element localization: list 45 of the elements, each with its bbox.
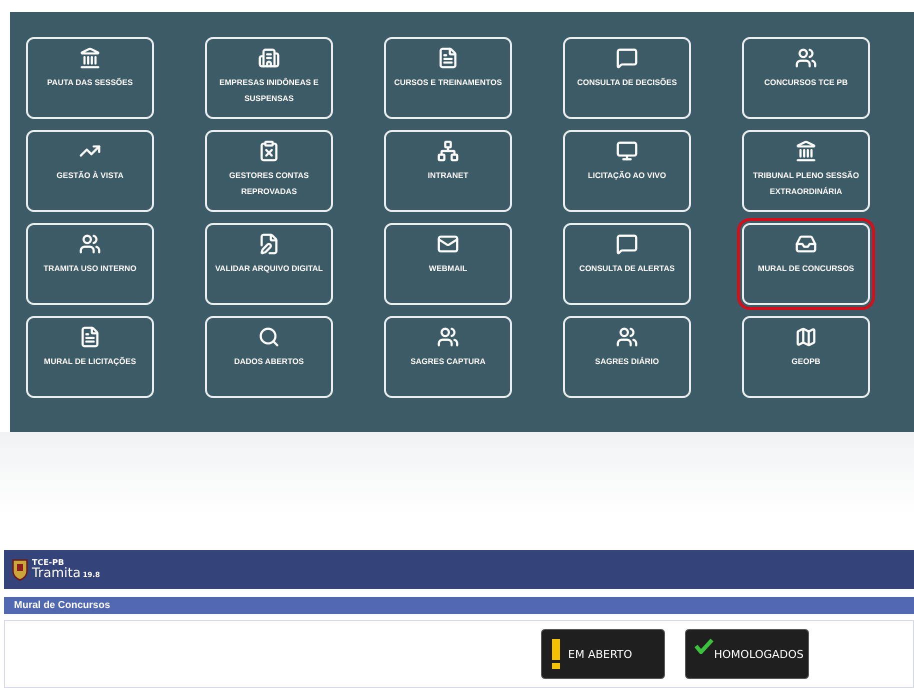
menu-tile[interactable]: DADOS ABERTOS	[205, 316, 333, 398]
crest-icon	[12, 558, 28, 580]
menu-tile[interactable]: PAUTA DAS SESSÕES	[26, 37, 154, 119]
menu-tile[interactable]: GESTÃO À VISTA	[26, 130, 154, 212]
tile-icon	[437, 233, 459, 255]
tile-icon	[616, 233, 638, 255]
menu-tile[interactable]: INTRANET	[384, 130, 512, 212]
menu-tile[interactable]: CONSULTA DE DECISÕES	[563, 37, 691, 119]
filter-button[interactable]: HOMOLOGADOS	[685, 629, 809, 679]
tile-icon	[795, 47, 817, 69]
menu-tile[interactable]: SAGRES CAPTURA	[384, 316, 512, 398]
tile-icon	[258, 140, 280, 162]
check-icon	[694, 638, 714, 654]
menu-tile[interactable]: GESTORES CONTAS REPROVADAS	[205, 130, 333, 212]
tile-icon	[437, 47, 459, 69]
menu-tile[interactable]: WEBMAIL	[384, 223, 512, 305]
tile-icon	[616, 326, 638, 348]
tile-icon	[437, 140, 459, 162]
exclamation-icon	[550, 638, 562, 670]
tile-icon	[79, 47, 101, 69]
menu-tile[interactable]: SAGRES DIÁRIO	[563, 316, 691, 398]
tile-icon	[79, 326, 101, 348]
section-title: Mural de Concursos	[4, 597, 914, 614]
menu-tile[interactable]: TRIBUNAL PLENO SESSÃO EXTRAORDINÁRIA	[742, 130, 870, 212]
menu-tile[interactable]: LICITAÇÃO AO VIVO	[563, 130, 691, 212]
menu-tile[interactable]: GEOPB	[742, 316, 870, 398]
menu-tile[interactable]: CURSOS E TREINAMENTOS	[384, 37, 512, 119]
tile-icon	[258, 326, 280, 348]
menu-tile[interactable]: TRAMITA USO INTERNO	[26, 223, 154, 305]
tile-icon	[795, 140, 817, 162]
org-label: TCE-PB	[32, 558, 66, 566]
tile-icon	[258, 47, 280, 69]
menu-tile[interactable]: EMPRESAS INIDÔNEAS E SUSPENSAS	[205, 37, 333, 119]
menu-tile[interactable]: VALIDAR ARQUIVO DIGITAL	[205, 223, 333, 305]
tile-icon	[437, 326, 459, 348]
tile-icon	[616, 140, 638, 162]
tile-icon	[795, 233, 817, 255]
menu-tile[interactable]: CONSULTA DE ALERTAS	[563, 223, 691, 305]
menu-tile[interactable]: MURAL DE LICITAÇÕES	[26, 316, 154, 398]
tile-icon	[258, 233, 280, 255]
menu-tile[interactable]: CONCURSOS TCE PB	[742, 37, 870, 119]
filter-button[interactable]: EM ABERTO	[541, 629, 665, 679]
tile-icon	[616, 47, 638, 69]
tile-icon	[795, 326, 817, 348]
tile-icon	[79, 233, 101, 255]
